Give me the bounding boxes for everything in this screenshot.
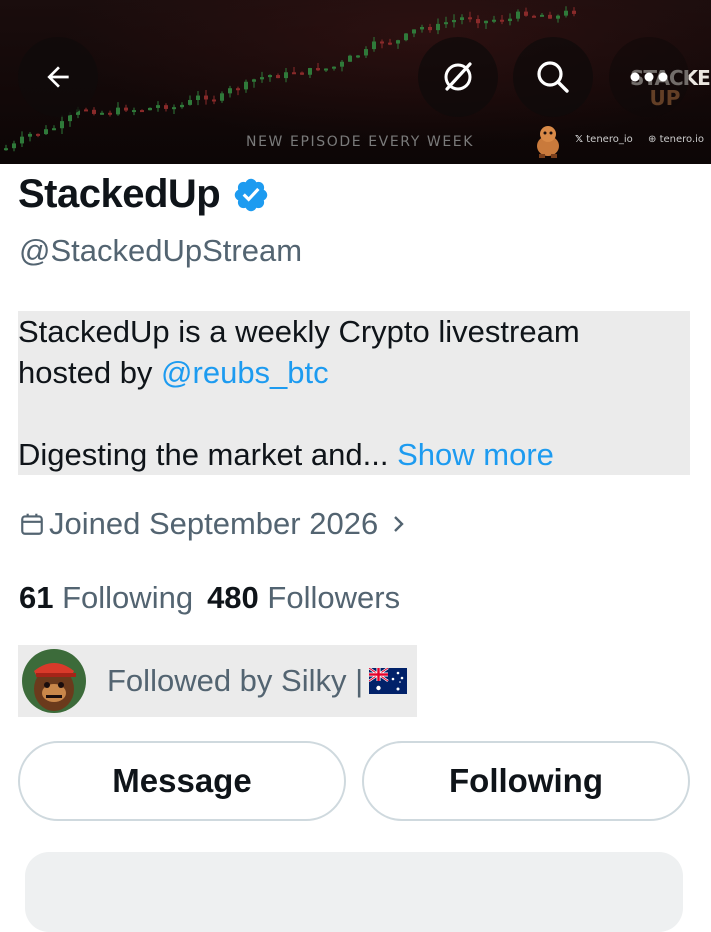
following-count: 61 <box>19 580 54 615</box>
chevron-right-icon <box>394 516 404 532</box>
x-logo-icon: 𝕏 <box>575 134 584 145</box>
profile-name-row: StackedUp <box>18 172 270 217</box>
show-more-link[interactable]: Show more <box>397 437 554 472</box>
message-button[interactable]: Message <box>18 741 346 821</box>
joined-date-text: Joined September 2026 <box>49 506 379 541</box>
banner-mascot <box>537 126 559 158</box>
followers-stat-label: Followers <box>267 580 401 615</box>
profile-bio[interactable]: StackedUp is a weekly Crypto livestream … <box>18 311 690 475</box>
arrow-left-icon <box>47 66 69 88</box>
bio-line-2-prefix: hosted by <box>18 355 162 390</box>
follow-stats: 61 Following 480 Followers <box>19 580 400 616</box>
grok-icon <box>444 62 472 91</box>
joined-date-row[interactable]: Joined September 2026 <box>19 506 408 542</box>
following-button[interactable]: Following <box>362 741 690 821</box>
following-stat[interactable]: 61 Following <box>19 580 193 615</box>
calendar-icon <box>21 513 43 535</box>
bio-line-2: hosted by @reubs_btc <box>18 352 690 393</box>
banner-tagline: NEW EPISODE EVERY WEEK <box>246 134 475 150</box>
more-icon <box>630 72 668 82</box>
globe-icon: ⊕ <box>648 134 657 145</box>
grok-button[interactable] <box>418 37 498 117</box>
banner-social-web: ⊕ tenero.io <box>648 134 704 145</box>
profile-banner[interactable]: NEW EPISODE EVERY WEEK 𝕏 tenero_io ⊕ ten… <box>0 0 711 164</box>
avatar[interactable] <box>22 649 86 713</box>
followed-by-text: Followed by Silky | <box>107 663 408 699</box>
search-button[interactable] <box>513 37 593 117</box>
followers-stat[interactable]: 480 Followers <box>207 580 400 615</box>
search-icon <box>537 61 569 93</box>
banner-social-web-label: tenero.io <box>659 134 705 145</box>
followed-by-row[interactable]: Followed by Silky | <box>18 645 417 717</box>
back-button[interactable] <box>18 37 98 117</box>
display-name: StackedUp <box>18 172 221 216</box>
bio-line-3: Digesting the market and... Show more <box>18 434 690 475</box>
banner-social-x: 𝕏 tenero_io <box>575 134 633 145</box>
australia-flag-icon <box>369 668 408 694</box>
following-stat-label: Following <box>62 580 194 615</box>
avatar-image <box>22 649 86 713</box>
followers-count: 480 <box>207 580 259 615</box>
bio-line-3-text: Digesting the market and... <box>18 437 389 472</box>
banner-social-x-label: tenero_io <box>586 134 633 145</box>
more-button[interactable] <box>609 37 689 117</box>
bottom-card <box>25 852 683 932</box>
bio-mention-link[interactable]: @reubs_btc <box>161 355 329 390</box>
profile-handle: @StackedUpStream <box>19 233 303 268</box>
bio-line-1: StackedUp is a weekly Crypto livestream <box>18 314 580 349</box>
followed-by-label: Followed by Silky | <box>107 663 364 698</box>
verified-badge-icon[interactable] <box>232 176 270 214</box>
